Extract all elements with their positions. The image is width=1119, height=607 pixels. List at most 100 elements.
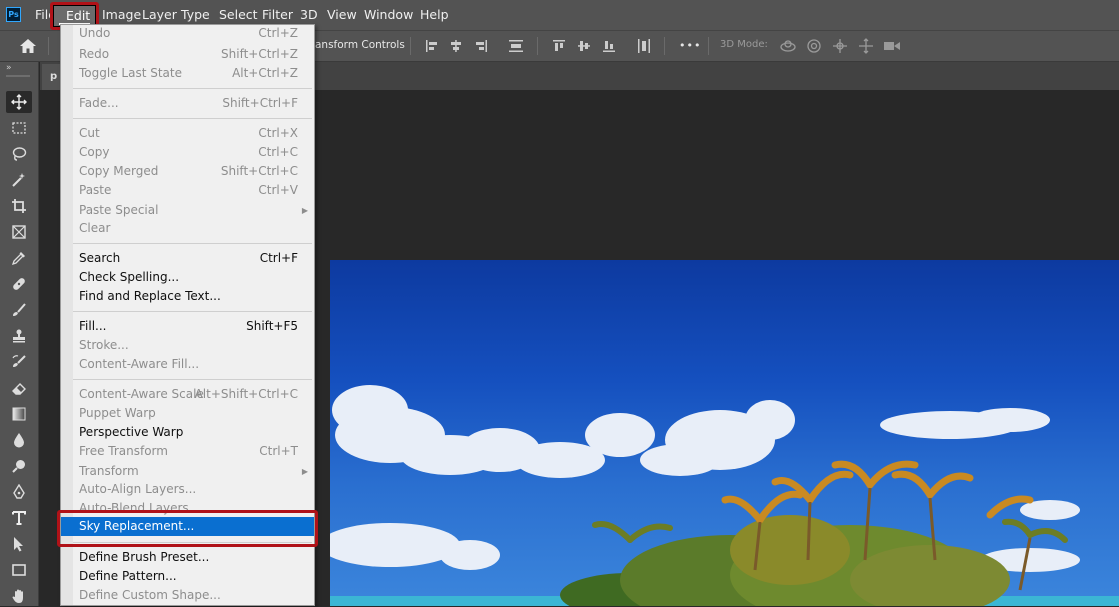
menu-item-label: Check Spelling... <box>79 270 180 284</box>
menu-item-label: Define Brush Preset... <box>79 550 210 564</box>
hand-tool[interactable] <box>8 585 30 607</box>
eraser-tool[interactable] <box>8 377 30 399</box>
menu-item-check-spelling[interactable]: Check Spelling... <box>61 268 314 287</box>
align-top-icon[interactable] <box>551 38 567 54</box>
history-brush-tool[interactable] <box>8 351 30 373</box>
home-icon[interactable] <box>18 37 38 55</box>
menu-item-define-pattern[interactable]: Define Pattern... <box>61 567 314 586</box>
align-bottom-icon[interactable] <box>601 38 617 54</box>
menu-item-fade[interactable]: Fade... Shift+Ctrl+F <box>61 94 314 113</box>
menu-item-toggle-last-state[interactable]: Toggle Last State Alt+Ctrl+Z <box>61 64 314 83</box>
more-options-icon[interactable]: ••• <box>679 39 701 52</box>
menu-item-find-and-replace-text[interactable]: Find and Replace Text... <box>61 287 314 306</box>
menu-item-content-aware-scale[interactable]: Content-Aware Scale Alt+Shift+Ctrl+C <box>61 385 314 404</box>
slide-3d-icon[interactable] <box>857 38 875 54</box>
menu-select[interactable]: Select <box>219 7 258 22</box>
menu-item-puppet-warp[interactable]: Puppet Warp <box>61 404 314 423</box>
pan-3d-icon[interactable] <box>831 38 849 54</box>
menu-item-define-custom-shape[interactable]: Define Custom Shape... <box>61 586 314 605</box>
roll-3d-icon[interactable] <box>805 38 823 54</box>
clone-stamp-tool[interactable] <box>8 325 30 347</box>
menu-item-label: Perspective Warp <box>79 425 184 439</box>
menu-item-label: Auto-Align Layers... <box>79 482 197 496</box>
menu-item-label: Stroke... <box>79 338 129 352</box>
menu-filter[interactable]: Filter <box>262 7 293 22</box>
align-middle-icon[interactable] <box>576 38 592 54</box>
menu-view[interactable]: View <box>327 7 357 22</box>
distribute-icon[interactable] <box>508 38 524 54</box>
menu-item-copy[interactable]: Copy Ctrl+C <box>61 143 314 162</box>
marquee-tool[interactable] <box>8 117 30 139</box>
document-tab[interactable]: p <box>42 64 62 90</box>
magic-wand-tool[interactable] <box>8 169 30 191</box>
menu-window[interactable]: Window <box>364 7 413 22</box>
healing-brush-tool[interactable] <box>8 273 30 295</box>
menu-item-fill[interactable]: Fill... Shift+F5 <box>61 317 314 336</box>
menu-image[interactable]: Image <box>102 7 141 22</box>
transform-controls-label[interactable]: ansform Controls <box>315 39 405 51</box>
menu-item-transform[interactable]: Transform ▶ <box>61 462 314 481</box>
eyedropper-tool[interactable] <box>8 247 30 269</box>
menu-item-label: Copy <box>79 145 110 159</box>
menu-item-label: Paste Special <box>79 203 159 217</box>
align-right-icon[interactable] <box>473 38 489 54</box>
camera-3d-icon[interactable] <box>883 38 901 54</box>
menu-item-perspective-warp[interactable]: Perspective Warp <box>61 423 314 442</box>
pen-tool[interactable] <box>8 481 30 503</box>
menu-type[interactable]: Type <box>181 7 210 22</box>
type-tool[interactable] <box>8 507 30 529</box>
menu-help[interactable]: Help <box>420 7 449 22</box>
orbit-3d-icon[interactable] <box>779 38 797 54</box>
menu-item-define-brush-preset[interactable]: Define Brush Preset... <box>61 548 314 567</box>
menu-item-label: Cut <box>79 126 100 140</box>
panel-grip[interactable] <box>6 75 30 77</box>
menu-item-label: Toggle Last State <box>79 66 182 80</box>
document-image[interactable] <box>330 260 1119 606</box>
menu-item-label: Clear <box>79 221 111 235</box>
rectangular-marquee-icon <box>12 122 26 134</box>
magic-wand-icon <box>12 173 25 187</box>
photoshop-logo[interactable]: Ps <box>6 7 21 22</box>
menu-item-copy-merged[interactable]: Copy Merged Shift+Ctrl+C <box>61 162 314 181</box>
menu-item-undo[interactable]: Undo Ctrl+Z <box>61 24 314 43</box>
rectangle-tool[interactable] <box>8 559 30 581</box>
menu-item-search[interactable]: Search Ctrl+F <box>61 249 314 268</box>
menu-item-label: Paste <box>79 183 112 197</box>
gradient-tool[interactable] <box>8 403 30 425</box>
submenu-arrow-icon: ▶ <box>301 206 308 215</box>
menu-item-label: Define Custom Shape... <box>79 588 221 602</box>
distribute-vertical-icon[interactable] <box>636 38 652 54</box>
menu-item-content-aware-fill[interactable]: Content-Aware Fill... <box>61 355 314 374</box>
align-left-icon[interactable] <box>424 38 440 54</box>
blur-tool[interactable] <box>8 429 30 451</box>
menu-item-label: Free Transform <box>79 444 168 458</box>
menu-item-label: Content-Aware Fill... <box>79 357 200 371</box>
eraser-icon <box>12 383 26 395</box>
type-icon <box>12 511 26 525</box>
menu-layer[interactable]: Layer <box>142 7 177 22</box>
lasso-tool[interactable] <box>8 143 30 165</box>
menu-item-cut[interactable]: Cut Ctrl+X <box>61 124 314 143</box>
align-center-icon[interactable] <box>448 38 464 54</box>
eyedropper-icon <box>11 252 25 266</box>
move-tool[interactable] <box>6 91 32 113</box>
menu-separator <box>73 311 312 312</box>
crop-tool[interactable] <box>8 195 30 217</box>
menu-item-paste[interactable]: Paste Ctrl+V <box>61 181 314 200</box>
menu-item-redo[interactable]: Redo Shift+Ctrl+Z <box>61 45 314 64</box>
drop-icon <box>14 433 24 448</box>
menu-item-auto-align-layers[interactable]: Auto-Align Layers... <box>61 480 314 499</box>
menu-item-clear[interactable]: Clear <box>61 219 314 238</box>
path-selection-tool[interactable] <box>8 533 30 555</box>
brush-tool[interactable] <box>8 299 30 321</box>
dodge-tool[interactable] <box>8 455 30 477</box>
menu-item-paste-special[interactable]: Paste Special ▶ <box>61 201 314 220</box>
menu-separator <box>73 379 312 380</box>
menu-item-stroke[interactable]: Stroke... <box>61 336 314 355</box>
expand-panel-icon[interactable]: » <box>6 63 12 73</box>
bandage-icon <box>13 278 25 290</box>
crop-icon <box>12 199 26 213</box>
frame-tool[interactable] <box>8 221 30 243</box>
menu-item-free-transform[interactable]: Free Transform Ctrl+T <box>61 442 314 461</box>
menu-3d[interactable]: 3D <box>300 7 318 22</box>
